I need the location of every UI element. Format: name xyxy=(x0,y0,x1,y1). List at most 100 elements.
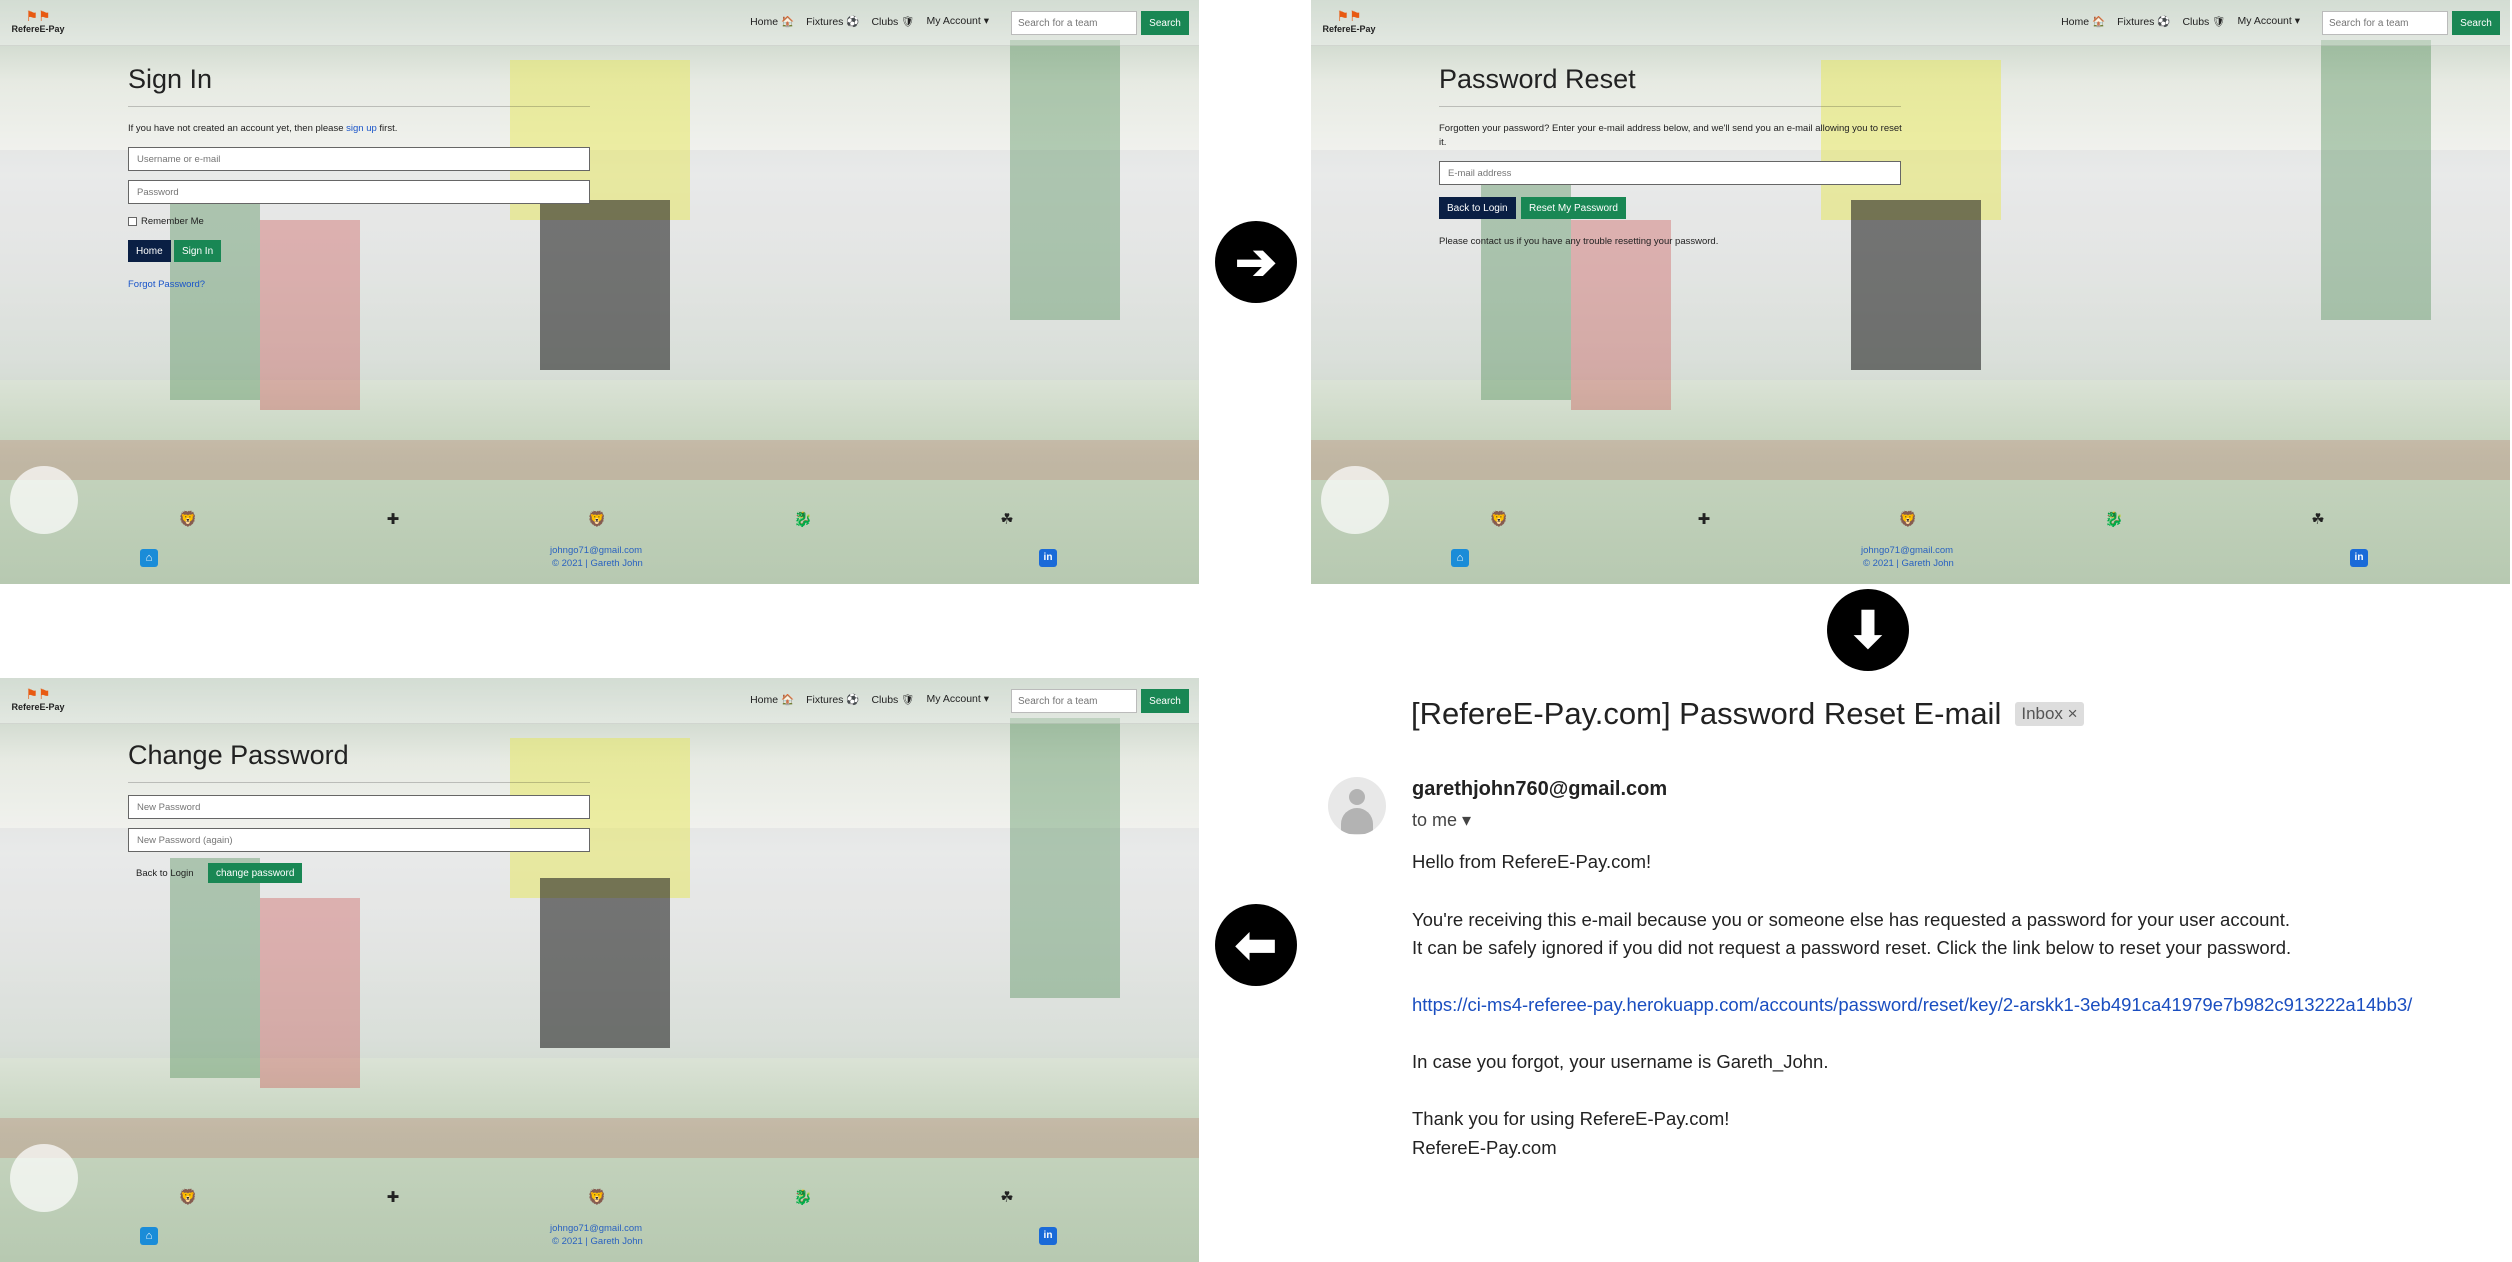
site-logo[interactable]: ⚑⚑ RefereE-Pay xyxy=(1321,8,1377,40)
northern-ireland-badge-icon: ✚ xyxy=(386,511,400,528)
password-field[interactable] xyxy=(128,180,590,204)
scotland-badge-icon: 🦁 xyxy=(587,1189,607,1206)
logo-text: RefereE-Pay xyxy=(11,702,65,712)
change-password-screenshot: ⚑⚑ RefereE-Pay Home 🏠 Fixtures ⚽ Clubs 🛡… xyxy=(0,678,1199,1262)
linkedin-icon[interactable]: in xyxy=(1039,1227,1057,1245)
username-field[interactable] xyxy=(128,147,590,171)
email-line-2: It can be safely ignored if you did not … xyxy=(1412,937,2292,958)
flags-icon: ⚑⚑ xyxy=(25,686,51,702)
page-title: Password Reset xyxy=(1439,64,1636,94)
flags-icon: ⚑⚑ xyxy=(25,8,51,24)
intro-text-end: first. xyxy=(376,123,398,134)
forgot-password-link[interactable]: Forgot Password? xyxy=(128,279,205,290)
reset-email-screenshot xyxy=(1311,678,2512,1262)
footer-copyright: © 2021 | Gareth John xyxy=(552,558,643,569)
email-recipient-dropdown[interactable]: to me ▾ xyxy=(1412,810,1471,831)
nav-home-link[interactable]: Home 🏠 xyxy=(2061,15,2105,28)
linkedin-icon[interactable]: in xyxy=(1039,549,1057,567)
footer-email-link[interactable]: johngo71@gmail.com xyxy=(550,1223,642,1234)
nav-account-dropdown[interactable]: My Account ▾ xyxy=(927,693,989,706)
signin-button[interactable]: Sign In xyxy=(174,240,222,262)
remember-me[interactable]: Remember Me xyxy=(128,216,204,227)
home-button[interactable]: Home xyxy=(128,240,171,262)
remember-checkbox[interactable] xyxy=(128,217,137,226)
search-input[interactable] xyxy=(1011,11,1137,35)
email-greeting: Hello from RefereE-Pay.com! xyxy=(1412,851,1652,872)
footer-copyright: © 2021 | Gareth John xyxy=(1863,558,1954,569)
page-title: Sign In xyxy=(128,64,213,94)
wales-badge-icon: 🐉 xyxy=(793,1189,813,1206)
back-to-login-link[interactable]: Back to Login xyxy=(136,867,194,881)
logo-text: RefereE-Pay xyxy=(11,24,65,34)
inbox-label-badge[interactable]: Inbox × xyxy=(2015,702,2084,726)
new-password-field[interactable] xyxy=(128,795,590,819)
change-password-button[interactable]: change password xyxy=(208,863,303,883)
navbar: ⚑⚑ RefereE-Pay Home 🏠 Fixtures ⚽ Clubs 🛡… xyxy=(0,0,1199,46)
email-line-1: You're receiving this e-mail because you… xyxy=(1412,909,2290,930)
nav-fixtures-link[interactable]: Fixtures ⚽ xyxy=(2117,15,2170,28)
github-icon[interactable]: ⌂ xyxy=(1451,549,1469,567)
nav-home-link[interactable]: Home 🏠 xyxy=(750,15,794,28)
nav-links: Home 🏠 Fixtures ⚽ Clubs 🛡 My Account ▾ xyxy=(750,693,989,706)
england-badge-icon: 🦁 xyxy=(178,511,198,528)
email-sender: garethjohn760@gmail.com xyxy=(1412,778,1668,800)
new-password-again-field[interactable] xyxy=(128,828,590,852)
linkedin-icon[interactable]: in xyxy=(2350,549,2368,567)
england-badge-icon: 🦁 xyxy=(1489,511,1509,528)
nav-account-dropdown[interactable]: My Account ▾ xyxy=(927,15,989,28)
github-icon[interactable]: ⌂ xyxy=(140,549,158,567)
flags-icon: ⚑⚑ xyxy=(1336,8,1362,24)
github-icon[interactable]: ⌂ xyxy=(140,1227,158,1245)
reset-link[interactable]: https://ci-ms4-referee-pay.herokuapp.com… xyxy=(1412,994,2412,1015)
nav-clubs-link[interactable]: Clubs 🛡 xyxy=(871,15,914,28)
nav-home-link[interactable]: Home 🏠 xyxy=(750,693,794,706)
sender-avatar-icon xyxy=(1328,777,1386,835)
search-button[interactable]: Search xyxy=(2452,11,2500,35)
nav-clubs-link[interactable]: Clubs 🛡 xyxy=(871,693,914,706)
email-username-note: In case you forgot, your username is Gar… xyxy=(1412,1051,1829,1072)
divider xyxy=(1439,106,1901,107)
england-badge-icon: 🦁 xyxy=(178,1189,198,1206)
ireland-badge-icon: ☘ xyxy=(2311,511,2325,528)
site-logo[interactable]: ⚑⚑ RefereE-Pay xyxy=(10,8,66,40)
search-input[interactable] xyxy=(2322,11,2448,35)
email-reset-link-row: https://ci-ms4-referee-pay.herokuapp.com… xyxy=(1412,994,2412,1016)
scotland-badge-icon: 🦁 xyxy=(1898,511,1918,528)
divider xyxy=(128,782,590,783)
navbar: ⚑⚑ RefereE-Pay Home 🏠 Fixtures ⚽ Clubs 🛡… xyxy=(1311,0,2510,46)
ireland-badge-icon: ☘ xyxy=(1000,511,1014,528)
password-reset-screenshot: ⚑⚑ RefereE-Pay Home 🏠 Fixtures ⚽ Clubs 🛡… xyxy=(1311,0,2510,584)
signup-link[interactable]: sign up xyxy=(346,123,377,134)
nav-fixtures-link[interactable]: Fixtures ⚽ xyxy=(806,693,859,706)
search-button[interactable]: Search xyxy=(1141,689,1189,713)
site-logo[interactable]: ⚑⚑ RefereE-Pay xyxy=(10,686,66,718)
intro-text: If you have not created an account yet, … xyxy=(128,123,347,134)
signin-screenshot: ⚑⚑ RefereE-Pay Home 🏠 Fixtures ⚽ Clubs 🛡… xyxy=(0,0,1199,584)
search-button[interactable]: Search xyxy=(1141,11,1189,35)
nav-links: Home 🏠 Fixtures ⚽ Clubs 🛡 My Account ▾ xyxy=(2061,15,2300,28)
email-thanks: Thank you for using RefereE-Pay.com! xyxy=(1412,1108,1730,1129)
arrow-down-icon: ⬇ xyxy=(1827,589,1909,671)
nav-account-dropdown[interactable]: My Account ▾ xyxy=(2238,15,2300,28)
footer-email-link[interactable]: johngo71@gmail.com xyxy=(1861,545,1953,556)
ireland-badge-icon: ☘ xyxy=(1000,1189,1014,1206)
footer-email-link[interactable]: johngo71@gmail.com xyxy=(550,545,642,556)
scotland-badge-icon: 🦁 xyxy=(587,511,607,528)
remember-label: Remember Me xyxy=(141,216,204,227)
email-field[interactable] xyxy=(1439,161,1901,185)
reset-intro: Forgotten your password? Enter your e-ma… xyxy=(1439,123,1902,148)
nav-links: Home 🏠 Fixtures ⚽ Clubs 🛡 My Account ▾ xyxy=(750,15,989,28)
reset-password-button[interactable]: Reset My Password xyxy=(1521,197,1626,219)
arrow-right-icon: ➔ xyxy=(1215,221,1297,303)
divider xyxy=(128,106,590,107)
nav-clubs-link[interactable]: Clubs 🛡 xyxy=(2182,15,2225,28)
footer-copyright: © 2021 | Gareth John xyxy=(552,1236,643,1247)
back-to-login-button[interactable]: Back to Login xyxy=(1439,197,1516,219)
wales-badge-icon: 🐉 xyxy=(793,511,813,528)
contact-note: Please contact us if you have any troubl… xyxy=(1439,236,1719,247)
email-subject-row: [RefereE-Pay.com] Password Reset E-mail … xyxy=(1411,696,2084,732)
email-subject: [RefereE-Pay.com] Password Reset E-mail xyxy=(1411,696,2002,731)
nav-fixtures-link[interactable]: Fixtures ⚽ xyxy=(806,15,859,28)
signin-intro: If you have not created an account yet, … xyxy=(128,122,397,136)
search-input[interactable] xyxy=(1011,689,1137,713)
